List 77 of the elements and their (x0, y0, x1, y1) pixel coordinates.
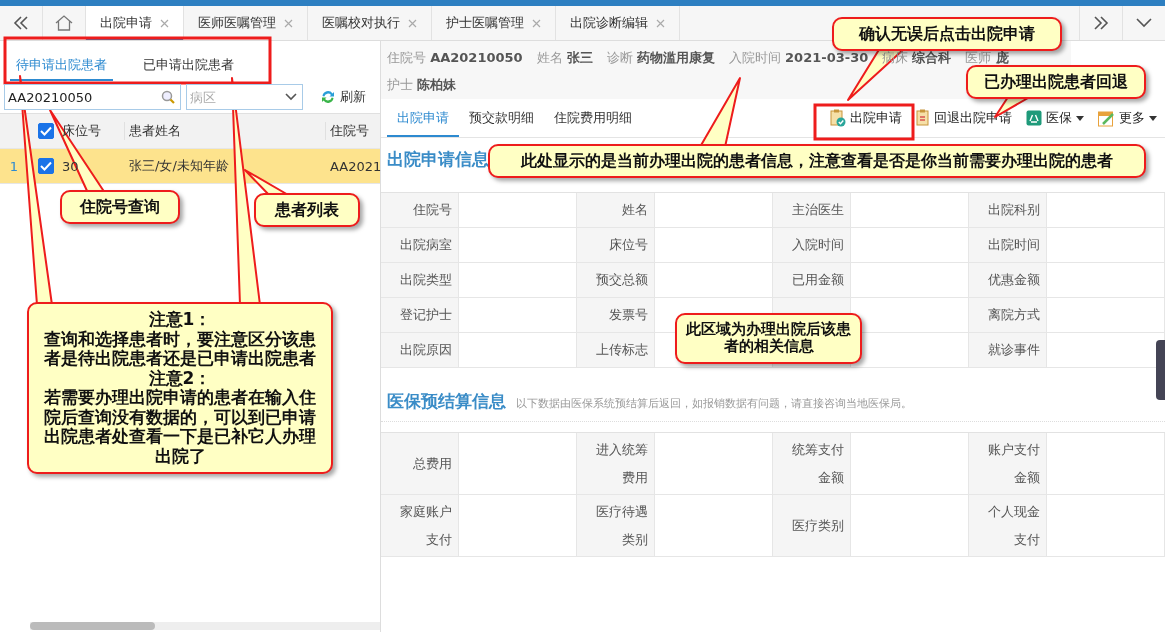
table-cell: 出院时间 (969, 228, 1047, 263)
section-title: 出院申请信息 (387, 148, 489, 171)
patient-field: 诊断 药物滥用康复 (606, 49, 715, 67)
scroll-handle[interactable] (1156, 340, 1165, 400)
table-cell: 出院原因 (381, 333, 459, 368)
list-tab[interactable]: 已申请出院患者 (137, 49, 240, 81)
patient-field: 病床 综合科 (882, 49, 952, 67)
table-cell: 就诊事件 (969, 333, 1047, 368)
page-tab[interactable]: 出院申请 (86, 6, 184, 40)
table-cell: 发票号 (577, 298, 655, 333)
caret-icon (1149, 115, 1157, 121)
table-cell: 总费用 (381, 433, 459, 495)
close-icon[interactable] (656, 18, 665, 28)
clipboard-icon (916, 109, 930, 127)
toolbar-button[interactable]: 出院申请 (824, 99, 908, 137)
table-cell: 进入统筹费用 (577, 433, 655, 495)
checkbox[interactable] (38, 123, 54, 139)
close-icon[interactable] (532, 18, 541, 28)
table-cell: 医疗待遇类别 (577, 495, 655, 557)
page-tab[interactable]: 出院诊断编辑 (556, 6, 680, 40)
table-cell: 医疗类别 (773, 495, 851, 557)
toolbar-button[interactable]: 更多 (1092, 99, 1163, 137)
checkbox[interactable] (38, 158, 54, 174)
patient-field: 入院时间 2021-03-30 (728, 49, 869, 67)
table-cell: 床位号 (577, 228, 655, 263)
table-cell: 出院类型 (381, 263, 459, 298)
table-cell: 出院科别 (969, 193, 1047, 228)
close-icon[interactable] (284, 18, 293, 28)
table-cell: 家庭账户支付 (381, 495, 459, 557)
table-cell: 主治医生 (773, 193, 851, 228)
detail-tab[interactable]: 出院申请 (387, 99, 459, 137)
table-cell: 个人现金支付 (969, 495, 1047, 557)
table-cell: 优惠金额 (969, 263, 1047, 298)
list-tab[interactable]: 待申请出院患者 (10, 49, 113, 81)
toolbar-button[interactable]: 医保 (1020, 99, 1090, 137)
caret-icon (1076, 115, 1084, 121)
refresh-button[interactable]: 刷新 (316, 86, 370, 108)
detail-tab[interactable]: 预交款明细 (459, 99, 544, 137)
close-icon[interactable] (408, 18, 417, 28)
patient-field: 护士 陈柏妹 (387, 76, 457, 94)
patient-field: 住院号 AA20210050 (387, 49, 523, 67)
page-tab[interactable]: 医嘱校对执行 (308, 6, 432, 40)
section-title: 医保预结算信息 (387, 390, 506, 413)
table-cell: 预交总额 (577, 263, 655, 298)
page-tab[interactable]: 医师医嘱管理 (184, 6, 308, 40)
search-field[interactable]: AA20210050 (4, 84, 181, 110)
patient-field: 医师 庞 (965, 49, 1009, 67)
section-note: 以下数据由医保系统预结算后返回，如报销数据有问题，请直接咨询当地医保局。 (516, 396, 912, 411)
table-cell: 入院时间 (773, 228, 851, 263)
table-cell: 账户支付金额 (969, 433, 1047, 495)
close-icon[interactable] (160, 18, 169, 28)
search-icon[interactable] (161, 90, 175, 104)
clipboard-check-icon (830, 109, 846, 127)
table-cell: 住院号 (381, 193, 459, 228)
table-cell-text: 张三/女/未知年龄 (128, 157, 230, 175)
table-cell: 上传标志 (577, 333, 655, 368)
table-cell: 出院病室 (381, 228, 459, 263)
page-tab[interactable]: 护士医嘱管理 (432, 6, 556, 40)
detail-tab[interactable]: 住院费用明细 (544, 99, 642, 137)
refresh-icon (320, 89, 336, 105)
scrollbar-thumb[interactable] (30, 622, 155, 630)
patient-field: 姓名 张三 (536, 49, 593, 67)
calendar-pencil-icon (1098, 109, 1115, 127)
chevron-down-icon[interactable] (285, 93, 297, 101)
row-number: 1 (8, 158, 20, 174)
table-cell: 统筹支付金额 (773, 433, 851, 495)
table-cell: 登记护士 (381, 298, 459, 333)
callout: 此区域为办理出院后该患者的相关信息 (675, 313, 862, 364)
badge-icon (1026, 110, 1042, 126)
callout: 注意1： 查询和选择患者时，要注意区分该患者是待出院患者还是已申请出院患者 注意2： 若需要办理出院申请的患者在输入住院后查询没有数据的，可以到已申请出院患者处查看一下是已补它人办理出院了 (27, 302, 333, 475)
callout: 住院号查询 (60, 190, 180, 225)
ward-select[interactable]: 病区 (186, 84, 303, 110)
table-cell: 离院方式 (969, 298, 1047, 333)
table-cell: 姓名 (577, 193, 655, 228)
table-cell-text: AA2021 (329, 158, 382, 174)
table-cell: 已用金额 (773, 263, 851, 298)
column-header: 住院号 (325, 122, 380, 140)
